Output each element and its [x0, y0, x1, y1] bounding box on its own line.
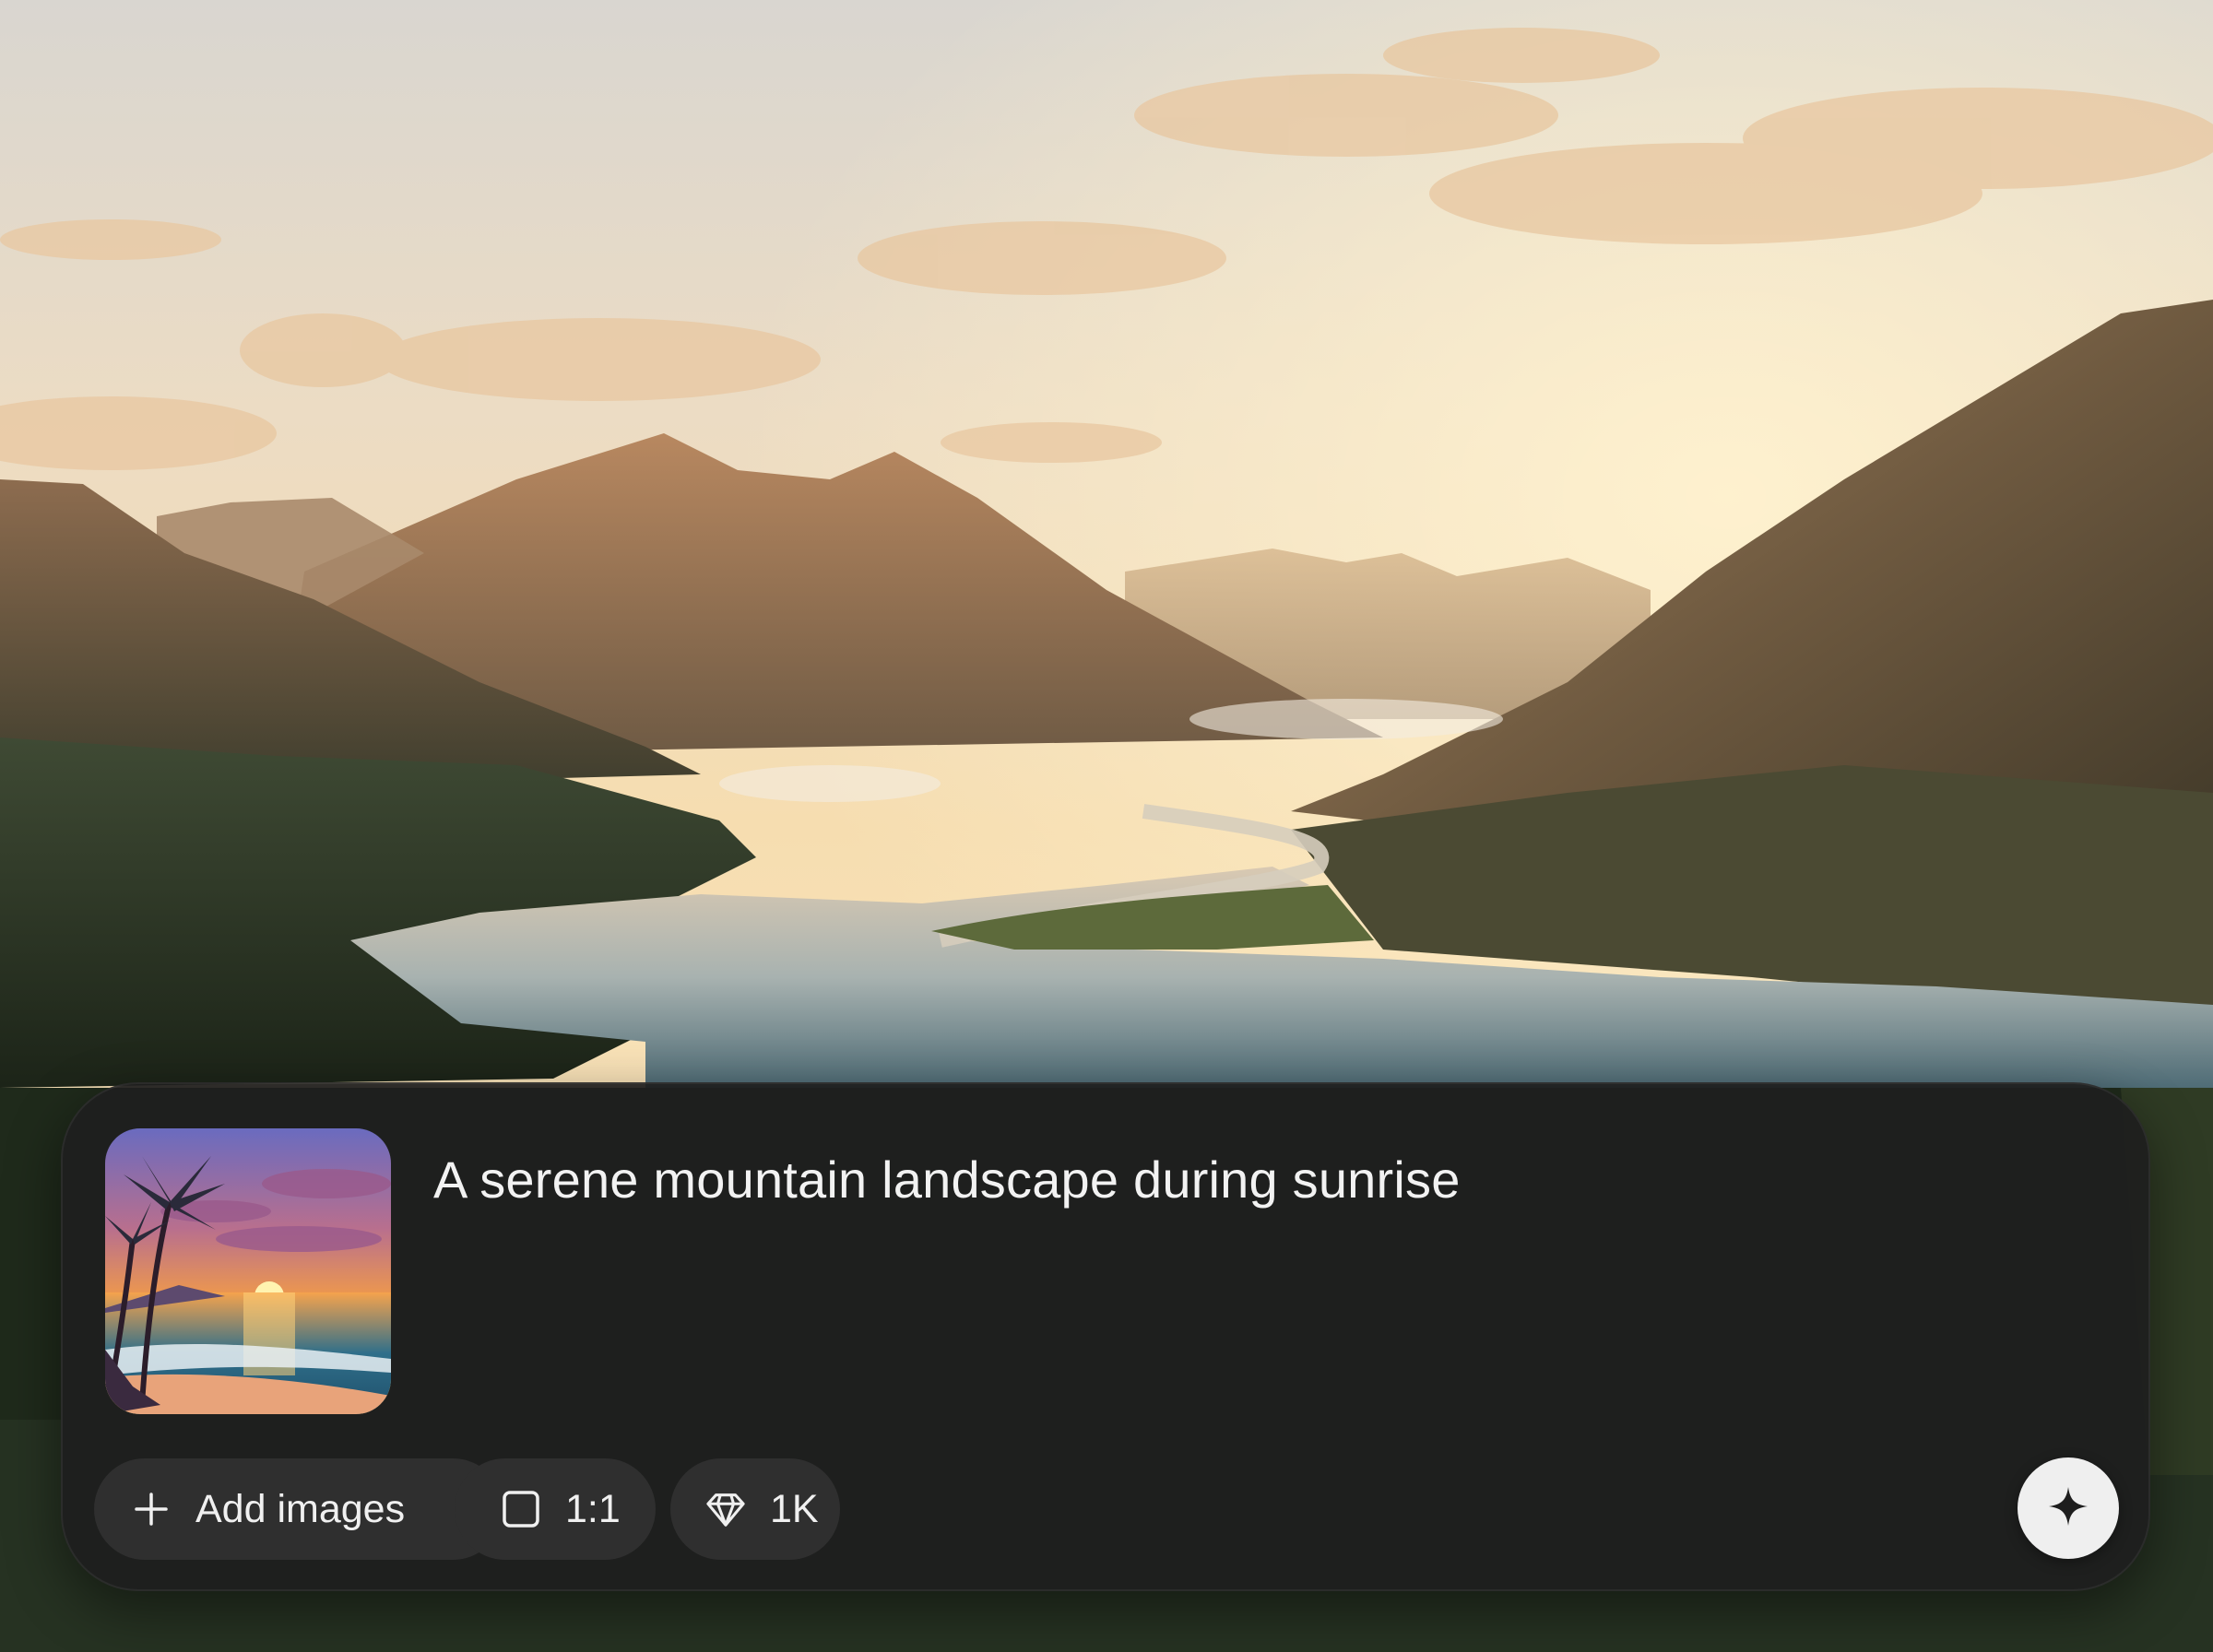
- add-images-label: Add images: [195, 1486, 406, 1531]
- add-images-button[interactable]: Add images: [94, 1458, 503, 1560]
- quality-label: 1K: [770, 1486, 819, 1531]
- aspect-ratio-button[interactable]: 1:1: [455, 1458, 656, 1560]
- aspect-ratio-label: 1:1: [565, 1486, 621, 1531]
- prompt-composer: A serene mountain landscape during sunri…: [61, 1082, 2150, 1591]
- plus-icon: [131, 1489, 172, 1529]
- diamond-icon: [705, 1489, 746, 1529]
- prompt-input[interactable]: A serene mountain landscape during sunri…: [433, 1147, 2077, 1213]
- generate-button[interactable]: [2018, 1457, 2119, 1559]
- reference-image-thumbnail[interactable]: [105, 1128, 391, 1414]
- square-icon: [501, 1489, 541, 1529]
- sparkle-icon: [2047, 1485, 2089, 1532]
- quality-button[interactable]: 1K: [670, 1458, 840, 1560]
